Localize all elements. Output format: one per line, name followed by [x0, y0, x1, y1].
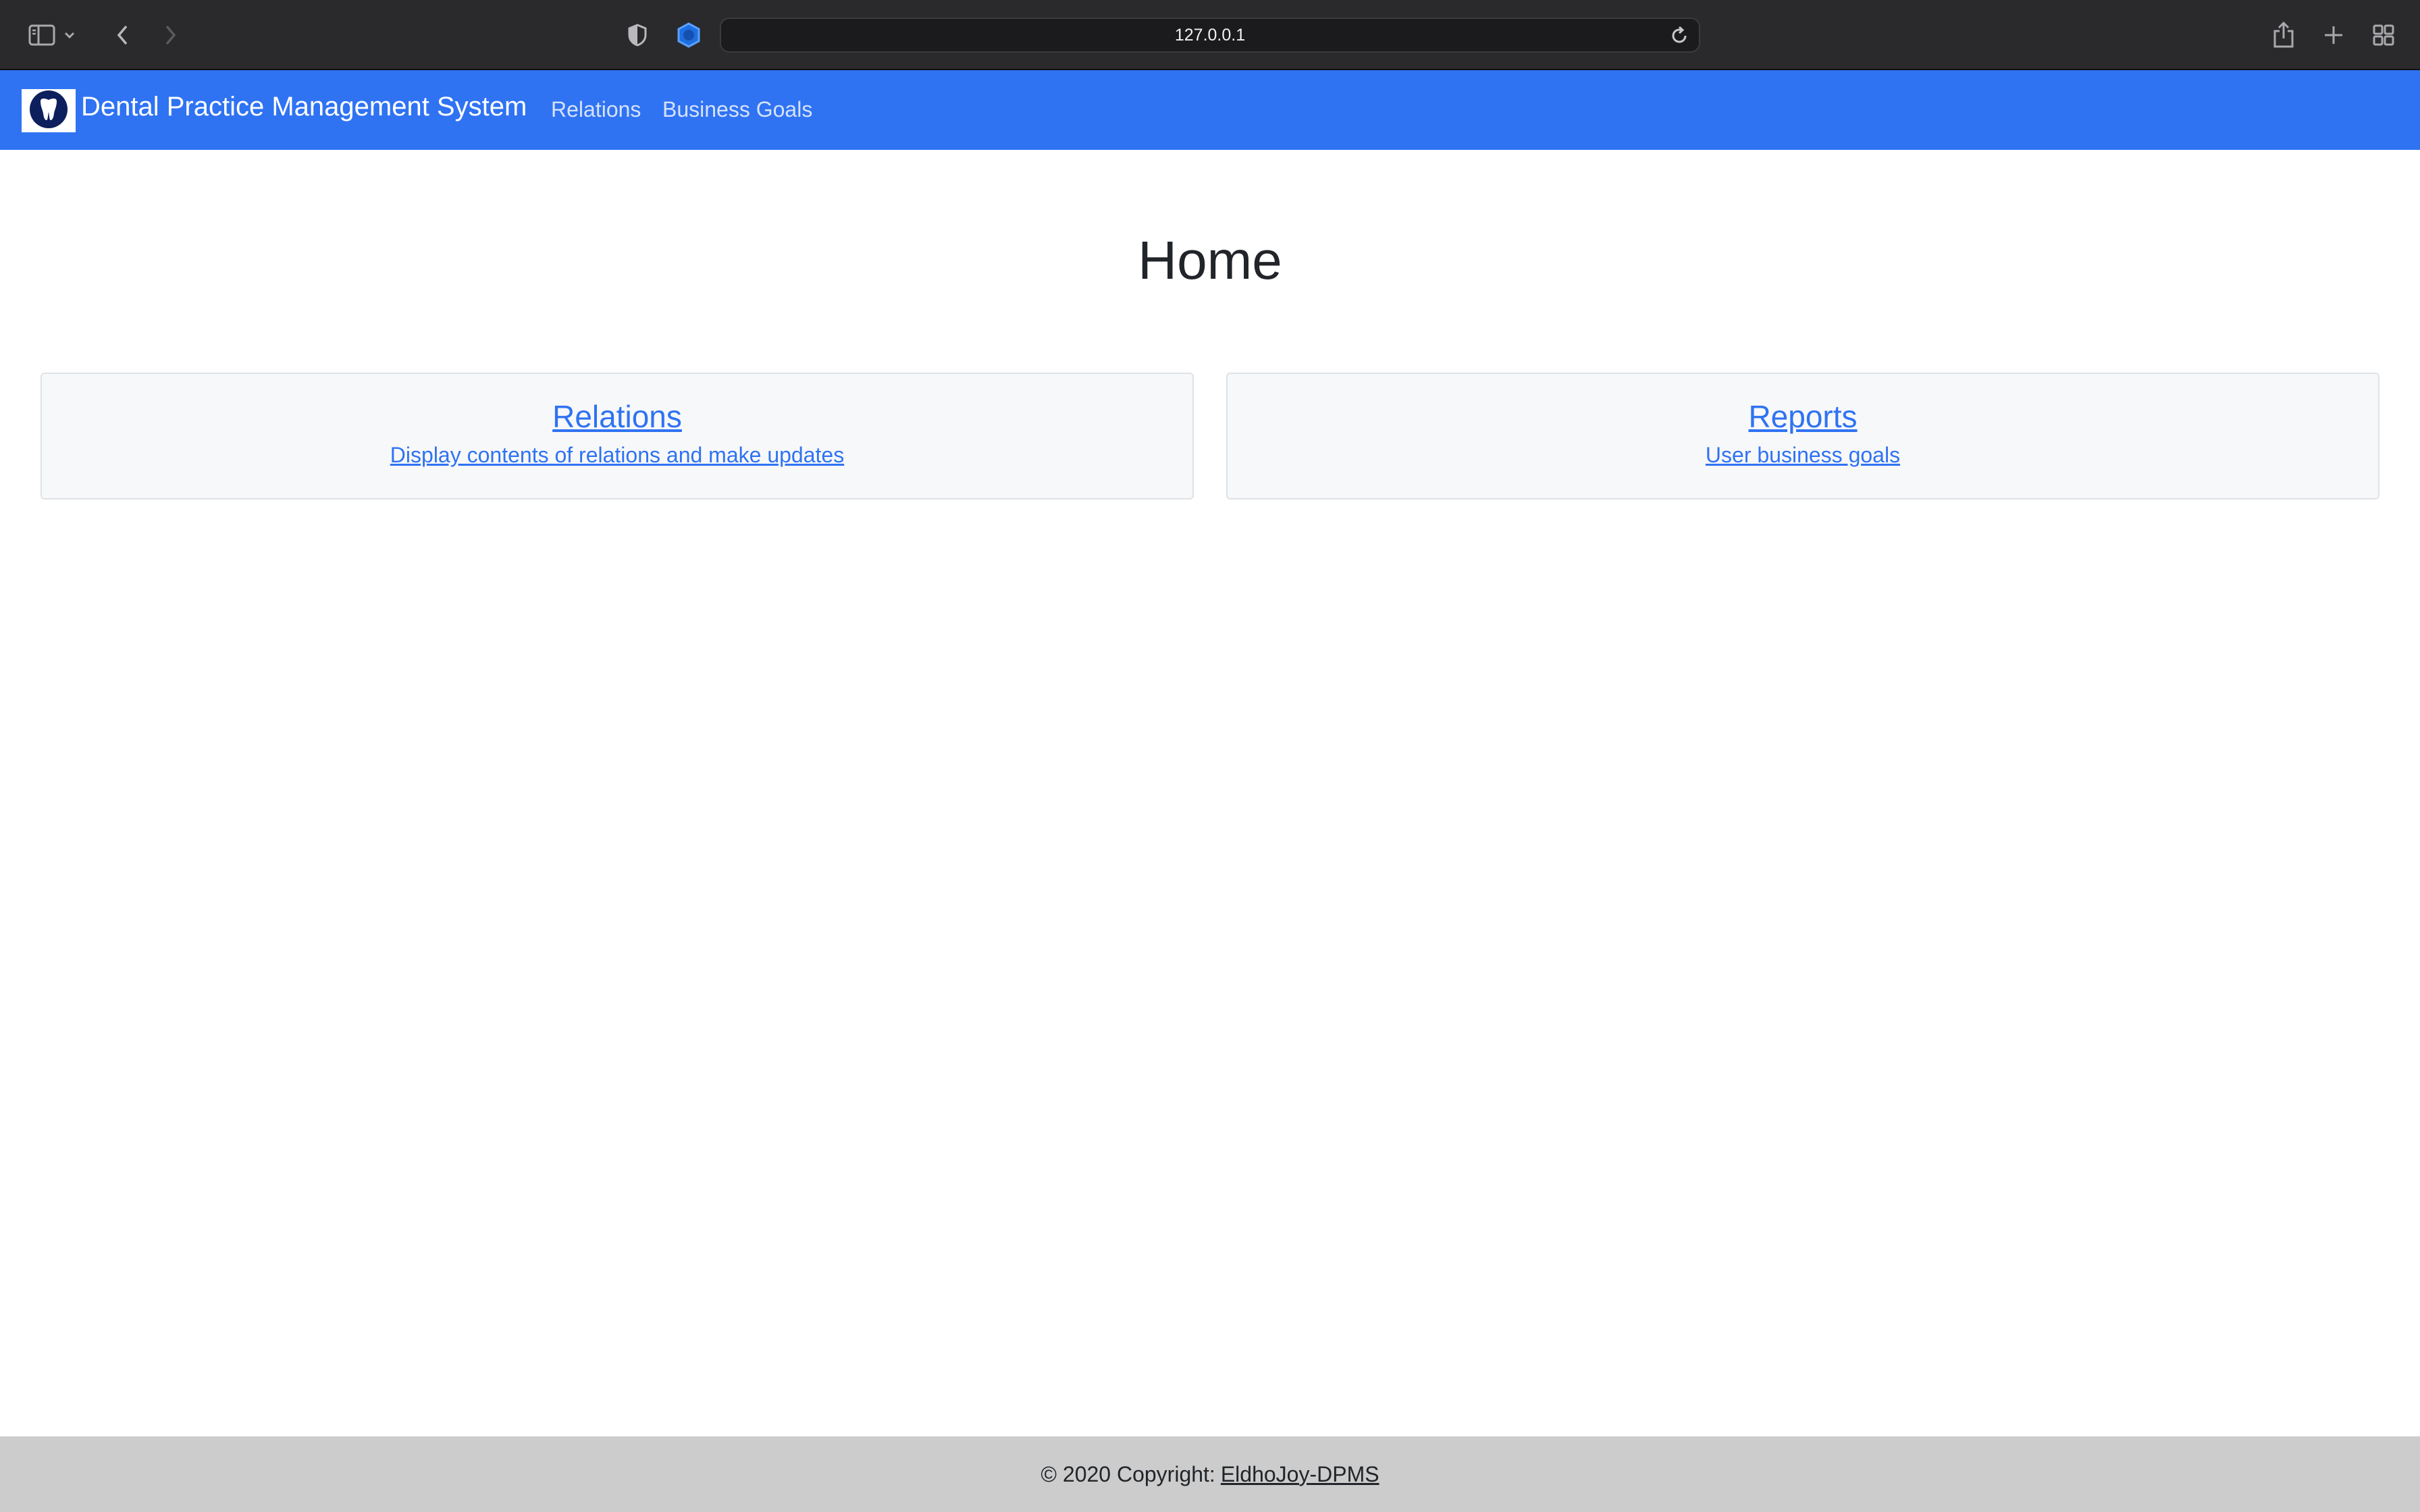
shield-icon[interactable] [620, 18, 655, 53]
url-text: 127.0.0.1 [1174, 25, 1246, 45]
share-icon[interactable] [2266, 18, 2301, 53]
back-icon[interactable] [105, 18, 140, 53]
nav-link-business-goals[interactable]: Business Goals [662, 97, 812, 122]
sidebar-icon[interactable] [24, 18, 59, 53]
footer-copyright: © 2020 Copyright: [1041, 1461, 1215, 1486]
brand-title[interactable]: Dental Practice Management System [81, 92, 527, 122]
reports-card-description-link[interactable]: User business goals [1228, 443, 2378, 468]
new-tab-icon[interactable] [2316, 18, 2351, 53]
relations-card-description-link[interactable]: Display contents of relations and make u… [42, 443, 1192, 468]
chevron-down-icon[interactable] [59, 18, 80, 53]
browser-toolbar: 127.0.0.1 [0, 0, 2420, 70]
reload-icon[interactable] [1669, 26, 1689, 46]
nav-link-relations[interactable]: Relations [551, 97, 641, 122]
navbar: Dental Practice Management System Relati… [0, 70, 2420, 150]
forward-icon[interactable] [153, 18, 188, 53]
brand-logo[interactable] [22, 89, 76, 132]
page-title: Home [1138, 230, 1282, 290]
reports-card: Reports User business goals [1226, 373, 2379, 500]
footer: © 2020 Copyright: EldhoJoy-DPMS [0, 1436, 2420, 1512]
relations-card: Relations Display contents of relations … [41, 373, 1194, 500]
tooth-icon [28, 89, 69, 133]
tab-overview-icon[interactable] [2366, 18, 2401, 53]
footer-link[interactable]: EldhoJoy-DPMS [1221, 1462, 1379, 1487]
address-bar[interactable]: 127.0.0.1 [720, 18, 1700, 53]
extension-icon[interactable] [671, 18, 706, 53]
reports-card-title-link[interactable]: Reports [1228, 398, 2378, 435]
relations-card-title-link[interactable]: Relations [42, 398, 1192, 435]
